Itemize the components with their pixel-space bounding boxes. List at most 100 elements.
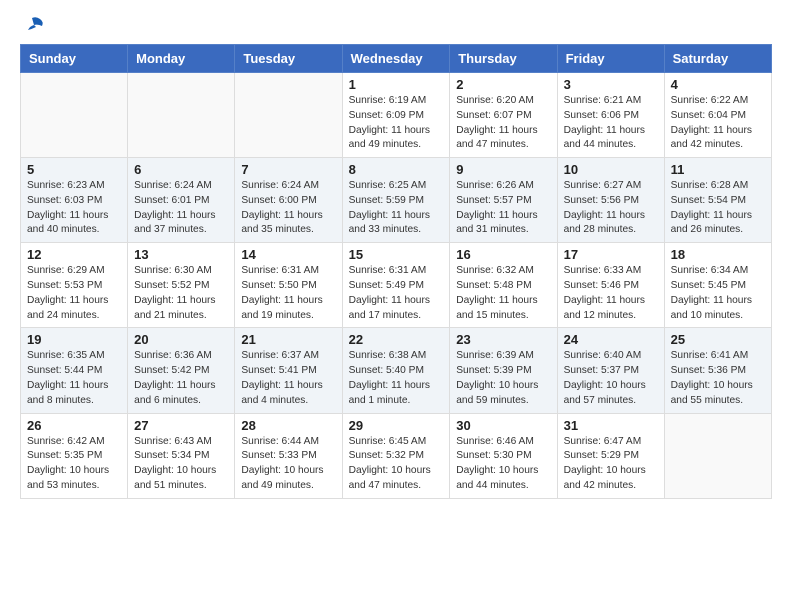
day-number: 18 [671,247,765,262]
calendar-cell: 30 Sunrise: 6:46 AM Sunset: 5:30 PM Dayli… [450,413,557,498]
day-number: 23 [456,332,550,347]
day-info: Sunrise: 6:42 AM Sunset: 5:35 PM Dayligh… [27,435,121,494]
logo-bird-icon [22,16,44,34]
calendar-table: SundayMondayTuesdayWednesdayThursdayFrid… [20,44,772,499]
day-info: Sunrise: 6:28 AM Sunset: 5:54 PM Dayligh… [671,179,765,238]
day-info: Sunrise: 6:32 AM Sunset: 5:48 PM Dayligh… [456,264,550,323]
calendar-week-row: 1 Sunrise: 6:19 AM Sunset: 6:09 PM Daylig… [21,73,772,158]
day-number: 25 [671,332,765,347]
day-info: Sunrise: 6:35 AM Sunset: 5:44 PM Dayligh… [27,349,121,408]
calendar-cell: 31Sunrise: 6:47 AM Sunset: 5:29 PM Dayli… [557,413,664,498]
calendar-cell [21,73,128,158]
calendar-week-row: 19 Sunrise: 6:35 AM Sunset: 5:44 PM Dayli… [21,328,772,413]
calendar-cell: 3 Sunrise: 6:21 AM Sunset: 6:06 PM Daylig… [557,73,664,158]
day-number: 1 [349,77,444,92]
day-info: Sunrise: 6:29 AM Sunset: 5:53 PM Dayligh… [27,264,121,323]
day-number: 2 [456,77,550,92]
day-info: Sunrise: 6:44 AM Sunset: 5:33 PM Dayligh… [241,435,335,494]
day-header-thursday: Thursday [450,45,557,73]
day-header-tuesday: Tuesday [235,45,342,73]
calendar-cell: 11 Sunrise: 6:28 AM Sunset: 5:54 PM Dayli… [664,158,771,243]
day-info: Sunrise: 6:19 AM Sunset: 6:09 PM Dayligh… [349,94,444,153]
calendar-cell: 10Sunrise: 6:27 AM Sunset: 5:56 PM Dayli… [557,158,664,243]
day-number: 19 [27,332,121,347]
calendar-cell: 21 Sunrise: 6:37 AM Sunset: 5:41 PM Dayli… [235,328,342,413]
day-info: Sunrise: 6:31 AM Sunset: 5:50 PM Dayligh… [241,264,335,323]
calendar-cell: 16 Sunrise: 6:32 AM Sunset: 5:48 PM Dayli… [450,243,557,328]
day-number: 22 [349,332,444,347]
day-header-friday: Friday [557,45,664,73]
day-info: Sunrise: 6:24 AM Sunset: 6:01 PM Dayligh… [134,179,228,238]
day-number: 4 [671,77,765,92]
calendar-cell: 5 Sunrise: 6:23 AM Sunset: 6:03 PM Daylig… [21,158,128,243]
page-header [20,20,772,34]
day-number: 12 [27,247,121,262]
day-info: Sunrise: 6:47 AM Sunset: 5:29 PM Dayligh… [564,435,658,494]
calendar-week-row: 12 Sunrise: 6:29 AM Sunset: 5:53 PM Dayli… [21,243,772,328]
day-info: Sunrise: 6:30 AM Sunset: 5:52 PM Dayligh… [134,264,228,323]
day-info: Sunrise: 6:40 AM Sunset: 5:37 PM Dayligh… [564,349,658,408]
day-header-wednesday: Wednesday [342,45,450,73]
calendar-cell: 28 Sunrise: 6:44 AM Sunset: 5:33 PM Dayli… [235,413,342,498]
day-info: Sunrise: 6:31 AM Sunset: 5:49 PM Dayligh… [349,264,444,323]
day-number: 11 [671,162,765,177]
day-info: Sunrise: 6:43 AM Sunset: 5:34 PM Dayligh… [134,435,228,494]
calendar-cell: 20 Sunrise: 6:36 AM Sunset: 5:42 PM Dayli… [128,328,235,413]
day-info: Sunrise: 6:33 AM Sunset: 5:46 PM Dayligh… [564,264,658,323]
calendar-cell: 26 Sunrise: 6:42 AM Sunset: 5:35 PM Dayli… [21,413,128,498]
calendar-cell: 29 Sunrise: 6:45 AM Sunset: 5:32 PM Dayli… [342,413,450,498]
calendar-cell [664,413,771,498]
day-number: 28 [241,418,335,433]
day-number: 30 [456,418,550,433]
day-number: 15 [349,247,444,262]
day-info: Sunrise: 6:38 AM Sunset: 5:40 PM Dayligh… [349,349,444,408]
calendar-cell: 27Sunrise: 6:43 AM Sunset: 5:34 PM Dayli… [128,413,235,498]
day-info: Sunrise: 6:23 AM Sunset: 6:03 PM Dayligh… [27,179,121,238]
calendar-cell: 6 Sunrise: 6:24 AM Sunset: 6:01 PM Daylig… [128,158,235,243]
day-number: 29 [349,418,444,433]
day-info: Sunrise: 6:45 AM Sunset: 5:32 PM Dayligh… [349,435,444,494]
day-info: Sunrise: 6:25 AM Sunset: 5:59 PM Dayligh… [349,179,444,238]
day-info: Sunrise: 6:20 AM Sunset: 6:07 PM Dayligh… [456,94,550,153]
day-number: 13 [134,247,228,262]
calendar-cell: 24 Sunrise: 6:40 AM Sunset: 5:37 PM Dayli… [557,328,664,413]
day-number: 6 [134,162,228,177]
calendar-cell: 12 Sunrise: 6:29 AM Sunset: 5:53 PM Dayli… [21,243,128,328]
day-number: 3 [564,77,658,92]
day-header-saturday: Saturday [664,45,771,73]
calendar-cell: 7Sunrise: 6:24 AM Sunset: 6:00 PM Daylig… [235,158,342,243]
day-number: 17 [564,247,658,262]
calendar-cell: 19 Sunrise: 6:35 AM Sunset: 5:44 PM Dayli… [21,328,128,413]
day-number: 24 [564,332,658,347]
day-info: Sunrise: 6:22 AM Sunset: 6:04 PM Dayligh… [671,94,765,153]
logo [20,20,44,34]
calendar-cell: 9Sunrise: 6:26 AM Sunset: 5:57 PM Daylig… [450,158,557,243]
day-info: Sunrise: 6:26 AM Sunset: 5:57 PM Dayligh… [456,179,550,238]
calendar-cell: 15 Sunrise: 6:31 AM Sunset: 5:49 PM Dayli… [342,243,450,328]
day-header-monday: Monday [128,45,235,73]
calendar-cell [128,73,235,158]
calendar-cell: 17 Sunrise: 6:33 AM Sunset: 5:46 PM Dayli… [557,243,664,328]
day-number: 21 [241,332,335,347]
calendar-cell: 25Sunrise: 6:41 AM Sunset: 5:36 PM Dayli… [664,328,771,413]
day-info: Sunrise: 6:21 AM Sunset: 6:06 PM Dayligh… [564,94,658,153]
day-info: Sunrise: 6:39 AM Sunset: 5:39 PM Dayligh… [456,349,550,408]
day-info: Sunrise: 6:27 AM Sunset: 5:56 PM Dayligh… [564,179,658,238]
calendar-cell: 23 Sunrise: 6:39 AM Sunset: 5:39 PM Dayli… [450,328,557,413]
calendar-cell: 4 Sunrise: 6:22 AM Sunset: 6:04 PM Daylig… [664,73,771,158]
calendar-cell: 13 Sunrise: 6:30 AM Sunset: 5:52 PM Dayli… [128,243,235,328]
day-info: Sunrise: 6:46 AM Sunset: 5:30 PM Dayligh… [456,435,550,494]
calendar-cell: 2 Sunrise: 6:20 AM Sunset: 6:07 PM Daylig… [450,73,557,158]
day-number: 8 [349,162,444,177]
day-info: Sunrise: 6:37 AM Sunset: 5:41 PM Dayligh… [241,349,335,408]
calendar-cell: 8 Sunrise: 6:25 AM Sunset: 5:59 PM Daylig… [342,158,450,243]
day-number: 20 [134,332,228,347]
calendar-cell: 14 Sunrise: 6:31 AM Sunset: 5:50 PM Dayli… [235,243,342,328]
day-number: 26 [27,418,121,433]
day-number: 14 [241,247,335,262]
day-info: Sunrise: 6:36 AM Sunset: 5:42 PM Dayligh… [134,349,228,408]
calendar-week-row: 26 Sunrise: 6:42 AM Sunset: 5:35 PM Dayli… [21,413,772,498]
day-number: 16 [456,247,550,262]
calendar-week-row: 5 Sunrise: 6:23 AM Sunset: 6:03 PM Daylig… [21,158,772,243]
day-number: 5 [27,162,121,177]
